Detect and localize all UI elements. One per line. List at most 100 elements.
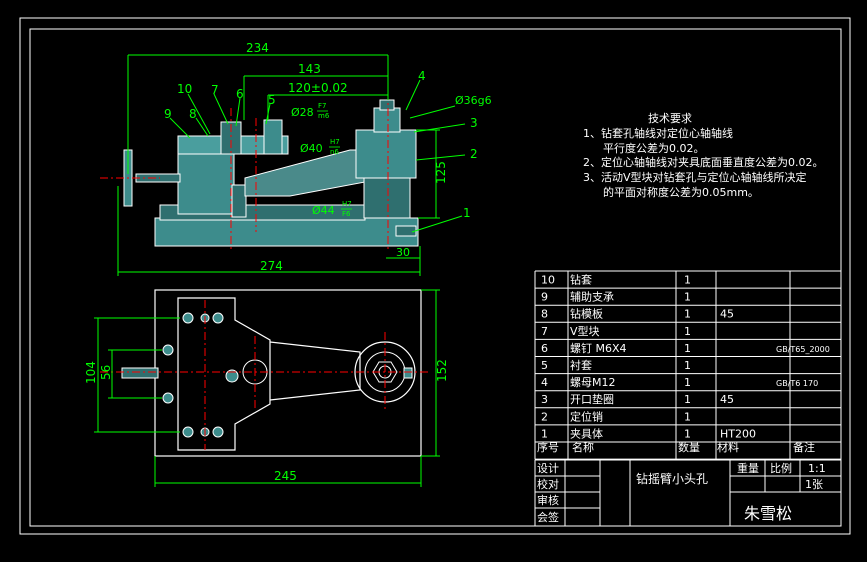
bom-row-note: GB/T6 170 (776, 379, 818, 388)
bom-row-no: 2 (541, 410, 548, 423)
bom-header-qty: 数量 (678, 441, 700, 454)
dim-56: 56 (99, 365, 113, 380)
fit-28: Ø28 (291, 106, 314, 119)
top-handle (121, 367, 159, 379)
bushing-top (263, 119, 283, 155)
balloon-1: 1 (463, 206, 471, 220)
tech-line-3: 2、定位心轴轴线对夹具底面垂直度公差为0.02。 (583, 155, 824, 169)
bom-row-qty: 1 (684, 274, 691, 287)
front-view: 234 143 120±0.02 274 30 125 Ø28 F7 m6 Ø4… (100, 41, 492, 276)
v-block-screw (135, 173, 181, 183)
balloon-8: 8 (189, 107, 197, 121)
right-col-lower (363, 177, 411, 219)
scale-label: 比例 (770, 461, 792, 475)
tech-requirements: 技术要求 1、钻套孔轴线对定位心轴轴线 平行度公差为0.02。 2、定位心轴轴线… (583, 112, 824, 199)
bom-header-note: 备注 (793, 440, 815, 454)
bom-header-no: 序号 (537, 440, 559, 454)
bom-row-name: 衬套 (570, 359, 592, 372)
tech-title: 技术要求 (648, 112, 692, 125)
bolt (379, 99, 395, 111)
dim-125: 125 (434, 161, 448, 184)
tech-line-2: 平行度公差为0.02。 (603, 141, 705, 155)
locating-pin (395, 225, 417, 237)
fit-40: Ø40 (300, 142, 323, 155)
fit-44-upper: H7 (342, 200, 352, 208)
drawing-canvas[interactable]: 234 143 120±0.02 274 30 125 Ø28 F7 m6 Ø4… (0, 0, 867, 562)
bom-header-material: 材料 (717, 440, 739, 454)
bom-row-qty: 1 (684, 376, 691, 389)
fit-44-lower: F6 (342, 210, 351, 218)
bom-row-qty: 1 (684, 342, 691, 355)
bom-row-name: V型块 (570, 324, 600, 338)
dim-152: 152 (435, 359, 449, 382)
dim-120: 120±0.02 (288, 81, 348, 95)
tech-line-1: 1、钻套孔轴线对定位心轴轴线 (583, 126, 733, 140)
scale-value: 1:1 (808, 462, 826, 475)
base-plate (154, 217, 419, 247)
bom-row-no: 8 (541, 308, 548, 321)
dim-234: 234 (246, 41, 269, 55)
balloon-4: 4 (418, 69, 426, 83)
bom-row-name: 钻套 (570, 273, 592, 287)
bom-row-name: 钻模板 (570, 307, 603, 321)
drawing-name: 钻摇臂小头孔 (636, 471, 708, 486)
bom-row-material: 45 (720, 393, 734, 406)
bom-row-qty: 1 (684, 410, 691, 423)
bom-row-no: 6 (541, 342, 548, 355)
fit-28-upper: F7 (318, 102, 326, 110)
role-countersign: 会签 (537, 510, 559, 524)
dim-36g6: Ø36g6 (455, 94, 492, 107)
bom-table: 10 钻套 19 辅助支承 18 钻模板 1 457 V型块 16 螺钉 M6X4 1 GB/T65_2… (534, 270, 842, 460)
bom-row-no: 5 (541, 359, 548, 372)
bom-row-note: GB/T65_2000 (776, 345, 830, 354)
top-view: 245 152 104 56 (84, 289, 449, 487)
nut (373, 107, 401, 133)
tech-line-5: 的平面对称度公差为0.05mm。 (603, 185, 759, 199)
sheet-count: 1张 (805, 478, 823, 491)
bom-row-qty: 1 (684, 359, 691, 372)
author-name: 朱雪松 (744, 504, 792, 523)
support-post (231, 184, 247, 218)
fit-28-lower: m6 (318, 112, 330, 120)
balloon-10: 10 (177, 82, 192, 96)
bom-row-qty: 1 (684, 325, 691, 338)
balloon-9: 9 (164, 107, 172, 121)
dim-143: 143 (298, 62, 321, 76)
bom-row-name: 开口垫圈 (570, 392, 614, 406)
bom-row-no: 4 (541, 376, 548, 389)
bom-row-material: HT200 (720, 427, 756, 440)
balloon-7: 7 (211, 83, 219, 97)
bom-header-name: 名称 (572, 440, 594, 454)
balloon-6: 6 (236, 87, 244, 101)
weight-label: 重量 (737, 461, 759, 475)
bom-row-qty: 1 (684, 291, 691, 304)
dim-274: 274 (260, 259, 283, 273)
bom-row-name: 定位销 (570, 409, 603, 423)
bom-row-qty: 1 (684, 308, 691, 321)
bom-row-name: 螺钉 M6X4 (570, 342, 627, 355)
bom-row-no: 9 (541, 291, 548, 304)
bom-row-no: 7 (541, 325, 548, 338)
bom-row-name: 夹具体 (570, 426, 603, 440)
bom-row-material: 45 (720, 308, 734, 321)
outer-frame (19, 17, 851, 535)
bom-row-qty: 1 (684, 393, 691, 406)
top-base (154, 289, 422, 457)
title-block: 设计 校对 审核 会签 钻摇臂小头孔 重量 比例 1:1 1张 朱雪松 (534, 459, 842, 527)
top-arm-outline (269, 341, 361, 401)
bom-row-name: 螺母M12 (570, 376, 616, 389)
fit-40-upper: H7 (330, 138, 340, 146)
bom-row-no: 3 (541, 393, 548, 406)
bom-row-no: 1 (541, 427, 548, 440)
balloon-5: 5 (268, 93, 276, 107)
bom-row-name: 辅助支承 (570, 290, 614, 304)
fit-44: Ø44 (312, 204, 335, 217)
role-check: 校对 (537, 477, 559, 491)
bom-row-qty: 1 (684, 427, 691, 440)
bom-row-no: 10 (541, 274, 555, 287)
fit-40-lower: n6 (330, 148, 339, 156)
cad-viewport[interactable]: 234 143 120±0.02 274 30 125 Ø28 F7 m6 Ø4… (0, 0, 867, 562)
balloon-2: 2 (470, 147, 478, 161)
role-design: 设计 (537, 462, 559, 475)
rocker-arm (244, 149, 366, 197)
